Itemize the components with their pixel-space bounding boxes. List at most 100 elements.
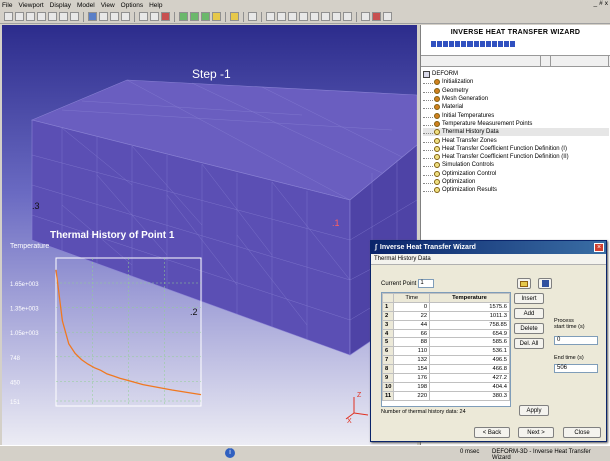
toolbar-button[interactable] bbox=[139, 12, 148, 21]
pointer-icon[interactable] bbox=[266, 12, 275, 21]
thermal-history-table[interactable]: Time Temperature 1 0 1575.6 2 22 1011.3 3 44 758… bbox=[381, 292, 511, 407]
toolbar-button[interactable] bbox=[59, 12, 68, 21]
time-cell[interactable]: 198 bbox=[393, 381, 431, 392]
temperature-cell[interactable]: 585.6 bbox=[429, 337, 510, 348]
tree-item[interactable]: Heat Transfer Coefficient Function Defin… bbox=[423, 145, 609, 153]
tree-item[interactable]: Geometry bbox=[423, 87, 609, 95]
time-cell[interactable]: 176 bbox=[393, 373, 431, 383]
time-cell[interactable]: 132 bbox=[393, 355, 431, 366]
tree-item[interactable]: Optimization bbox=[423, 178, 609, 186]
time-cell[interactable]: 66 bbox=[393, 328, 431, 339]
toolbar-button[interactable] bbox=[212, 12, 221, 21]
menu-model[interactable]: Model bbox=[77, 2, 95, 9]
rotate-icon[interactable] bbox=[343, 12, 352, 21]
close-icon[interactable]: x bbox=[605, 0, 608, 7]
toolbar-button[interactable] bbox=[26, 12, 35, 21]
temperature-cell[interactable]: 466.8 bbox=[429, 364, 510, 375]
temperature-cell[interactable]: 536.1 bbox=[429, 346, 510, 357]
print-icon[interactable] bbox=[99, 12, 108, 21]
menu-help[interactable]: Help bbox=[149, 2, 162, 9]
table-row[interactable]: 5 88 585.6 bbox=[381, 337, 510, 348]
delete-button[interactable]: Delete bbox=[514, 323, 544, 334]
menu-file[interactable]: File bbox=[2, 2, 12, 9]
temperature-cell[interactable]: 1011.3 bbox=[429, 310, 510, 321]
tab-cell[interactable] bbox=[551, 56, 609, 67]
info-icon[interactable]: i bbox=[225, 448, 235, 458]
insert-button[interactable]: Insert bbox=[514, 293, 544, 304]
table-row[interactable]: 2 22 1011.3 bbox=[381, 310, 510, 321]
pan-icon[interactable] bbox=[277, 12, 286, 21]
toolbar-button[interactable] bbox=[201, 12, 210, 21]
stop-icon[interactable] bbox=[372, 12, 381, 21]
delete-all-button[interactable]: Del. All bbox=[514, 338, 544, 349]
time-cell[interactable]: 220 bbox=[393, 390, 431, 401]
time-cell[interactable]: 0 bbox=[393, 301, 431, 312]
menu-viewport[interactable]: Viewport bbox=[18, 2, 43, 9]
tree-item[interactable]: Mesh Generation bbox=[423, 95, 609, 103]
toolbar-button[interactable] bbox=[161, 12, 170, 21]
table-row[interactable]: 9 176 427.2 bbox=[381, 373, 510, 383]
tree-item[interactable]: Thermal History Data bbox=[423, 128, 609, 137]
zoom-icon[interactable] bbox=[288, 12, 297, 21]
tree-item[interactable]: Optimization Control bbox=[423, 170, 609, 178]
tree-item[interactable]: Simulation Controls bbox=[423, 161, 609, 169]
temperature-cell[interactable]: 654.9 bbox=[429, 328, 510, 339]
time-cell[interactable]: 110 bbox=[393, 346, 431, 357]
process-start-input[interactable]: 0 bbox=[554, 336, 598, 345]
tree-item[interactable]: Temperature Measurement Points bbox=[423, 120, 609, 128]
time-cell[interactable]: 44 bbox=[393, 319, 431, 330]
time-cell[interactable]: 154 bbox=[393, 364, 431, 375]
tab-cell[interactable] bbox=[421, 56, 541, 67]
toolbar-button[interactable] bbox=[15, 12, 24, 21]
table-row[interactable]: 3 44 758.85 bbox=[381, 319, 510, 330]
minimize-icon[interactable]: _ bbox=[594, 0, 598, 7]
table-row[interactable]: 4 66 654.9 bbox=[381, 328, 510, 339]
close-button[interactable]: Close bbox=[563, 427, 601, 438]
temperature-cell[interactable]: 380.3 bbox=[429, 390, 510, 401]
table-row[interactable]: 1 0 1575.6 bbox=[381, 301, 510, 312]
temperature-cell[interactable]: 404.4 bbox=[429, 381, 510, 392]
settings-icon[interactable] bbox=[383, 12, 392, 21]
add-button[interactable]: Add bbox=[514, 308, 544, 319]
rotate-icon[interactable] bbox=[321, 12, 330, 21]
temperature-cell[interactable]: 427.2 bbox=[429, 373, 510, 383]
toolbar-button[interactable] bbox=[179, 12, 188, 21]
rotate-icon[interactable] bbox=[310, 12, 319, 21]
time-cell[interactable]: 22 bbox=[393, 310, 431, 321]
table-row[interactable]: 11 220 380.3 bbox=[381, 390, 510, 401]
toolbar-button[interactable] bbox=[48, 12, 57, 21]
camera-icon[interactable] bbox=[110, 12, 119, 21]
table-row[interactable]: 7 132 496.5 bbox=[381, 355, 510, 366]
tab-cell[interactable] bbox=[541, 56, 551, 67]
tree-item[interactable]: Initial Temperatures bbox=[423, 111, 609, 119]
ruler-icon[interactable] bbox=[248, 12, 257, 21]
temperature-cell[interactable]: 758.85 bbox=[429, 319, 510, 330]
toolbar-button[interactable] bbox=[150, 12, 159, 21]
table-row[interactable]: 10 198 404.4 bbox=[381, 381, 510, 392]
tree-item[interactable]: Heat Transfer Coefficient Function Defin… bbox=[423, 153, 609, 161]
tree-item[interactable]: Initialization bbox=[423, 78, 609, 86]
end-time-input[interactable]: 506 bbox=[554, 364, 598, 373]
table-row[interactable]: 6 110 536.1 bbox=[381, 346, 510, 357]
folder-icon[interactable] bbox=[230, 12, 239, 21]
tree-root[interactable]: DEFORM bbox=[423, 70, 609, 78]
zoom-box-icon[interactable] bbox=[299, 12, 308, 21]
toolbar-button[interactable] bbox=[190, 12, 199, 21]
menu-options[interactable]: Options bbox=[121, 2, 143, 9]
menu-display[interactable]: Display bbox=[50, 2, 71, 9]
tree-item[interactable]: Optimization Results bbox=[423, 186, 609, 194]
toolbar-button[interactable] bbox=[4, 12, 13, 21]
table-row[interactable]: 8 154 466.8 bbox=[381, 364, 510, 375]
apply-button[interactable]: Apply bbox=[519, 405, 549, 416]
screenshot-icon[interactable] bbox=[121, 12, 130, 21]
tree-item[interactable]: Material bbox=[423, 103, 609, 111]
restore-icon[interactable]: # bbox=[599, 0, 603, 7]
open-folder-button[interactable] bbox=[517, 278, 531, 289]
temperature-cell[interactable]: 1575.6 bbox=[429, 301, 510, 312]
save-button[interactable] bbox=[538, 278, 552, 289]
toolbar-button[interactable] bbox=[70, 12, 79, 21]
save-icon[interactable] bbox=[88, 12, 97, 21]
dialog-close-icon[interactable]: × bbox=[594, 243, 604, 252]
toolbar-button[interactable] bbox=[37, 12, 46, 21]
temperature-cell[interactable]: 496.5 bbox=[429, 355, 510, 366]
